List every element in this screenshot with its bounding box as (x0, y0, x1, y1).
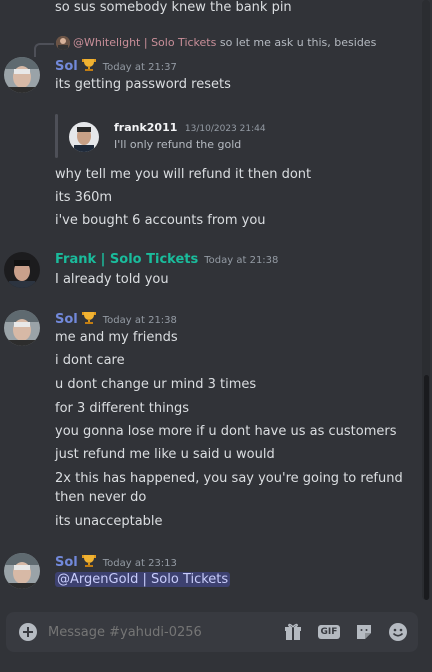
avatar[interactable] (4, 252, 40, 288)
message-header: Sol Today at 23:13 (55, 553, 177, 573)
gift-icon[interactable] (281, 620, 305, 644)
message-line: @ArgenGold | Solo Tickets (55, 572, 231, 587)
sticker-icon[interactable] (352, 620, 376, 644)
gif-label: GIF (317, 625, 341, 639)
message-line: I already told you (55, 272, 169, 287)
reply-spine (34, 43, 54, 57)
message-line: u dont change ur mind 3 times (55, 377, 257, 392)
message-header: Frank | Solo Tickets Today at 21:38 (55, 252, 278, 267)
gif-button[interactable]: GIF (317, 620, 341, 644)
message-line: its getting password resets (55, 77, 231, 92)
timestamp[interactable]: Today at 21:37 (103, 62, 177, 73)
message-line: then never do (55, 490, 147, 505)
quote-header: frank2011 13/10/2023 21:44 (114, 121, 266, 134)
message-line: just refund me like u said u would (55, 447, 275, 462)
reply-text: so let me ask u this, besides t! (219, 36, 378, 49)
avatar[interactable] (4, 553, 40, 589)
message-line: 2x this has happened, you say you're goi… (55, 471, 403, 486)
quote-date: 13/10/2023 21:44 (184, 124, 266, 134)
reply-author[interactable]: @Whitelight | Solo Tickets (73, 36, 216, 49)
timestamp[interactable]: Today at 23:13 (103, 558, 177, 569)
plus-circle-icon[interactable] (16, 620, 40, 644)
message-line: i dont care (55, 353, 125, 368)
message-line: its unacceptable (55, 514, 163, 529)
reply-preview[interactable]: @Whitelight | Solo Tickets so let me ask… (73, 36, 378, 49)
quote-author[interactable]: frank2011 (114, 121, 177, 134)
emoji-icon[interactable] (386, 620, 410, 644)
author-name[interactable]: Sol (55, 555, 78, 570)
avatar[interactable] (4, 310, 40, 346)
message-line: you gonna lose more if u dont have us as… (55, 424, 397, 439)
quote-avatar[interactable] (69, 122, 99, 152)
message-header: Sol Today at 21:38 (55, 310, 177, 330)
trophy-icon (81, 310, 97, 330)
author-name[interactable]: Sol (55, 59, 78, 74)
message-line: so sus somebody knew the bank pin (55, 0, 292, 15)
timestamp[interactable]: Today at 21:38 (103, 315, 177, 326)
reply-avatar[interactable] (56, 36, 70, 50)
trophy-icon (81, 553, 97, 573)
message-input[interactable] (48, 621, 268, 643)
author-name[interactable]: Frank | Solo Tickets (55, 252, 198, 267)
avatar[interactable] (4, 57, 40, 93)
message-line: i've bought 6 accounts from you (55, 213, 266, 228)
scrollbar-thumb[interactable] (424, 375, 429, 600)
message-line: for 3 different things (55, 401, 189, 416)
timestamp[interactable]: Today at 21:38 (204, 255, 278, 266)
trophy-icon (81, 57, 97, 77)
message-header: Sol Today at 21:37 (55, 57, 177, 77)
quote-text: I'll only refund the gold (114, 138, 242, 151)
message-line: me and my friends (55, 330, 178, 345)
message-line: why tell me you will refund it then dont (55, 167, 312, 182)
quote-bar (55, 114, 58, 158)
message-line: its 360m (55, 190, 113, 205)
user-mention[interactable]: @ArgenGold | Solo Tickets (55, 572, 231, 587)
message-composer: GIF (6, 612, 418, 652)
author-name[interactable]: Sol (55, 312, 78, 327)
